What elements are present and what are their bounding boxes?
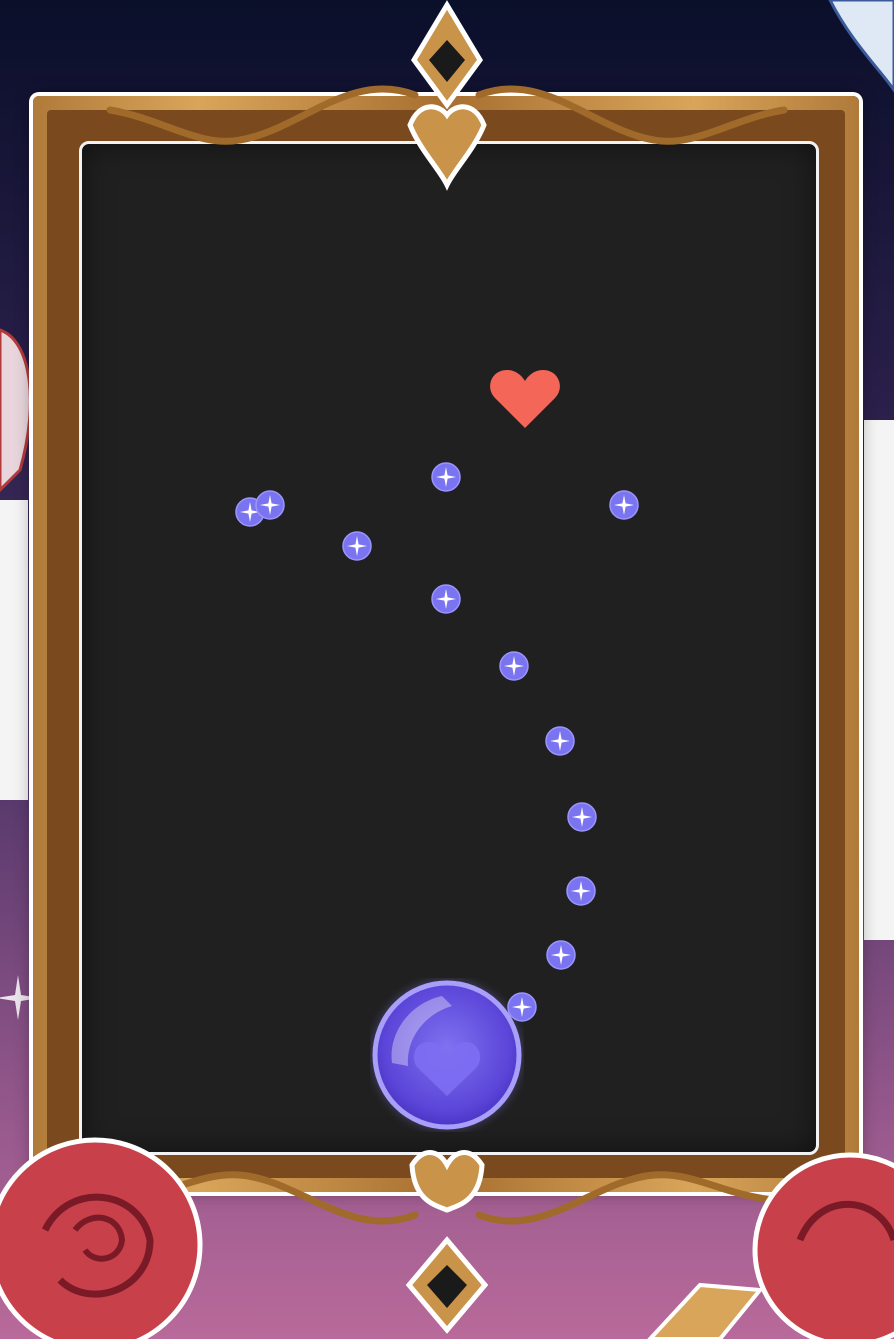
player-bubble[interactable] [370, 978, 524, 1132]
sparkle-orb-icon [499, 651, 529, 681]
sparkle-orb-icon [546, 940, 576, 970]
top-ornament [407, 0, 487, 191]
sparkle-orb-icon [545, 726, 575, 756]
sparkle-orb-icon [431, 584, 461, 614]
frame-ornaments [0, 0, 894, 1339]
left-rose [0, 1137, 203, 1339]
sparkle-orb-icon [609, 490, 639, 520]
sparkle-orb-icon [431, 462, 461, 492]
right-rose [752, 1152, 894, 1339]
sparkle-orb-icon [567, 802, 597, 832]
sparkle-orb-icon [255, 490, 285, 520]
gold-key-art [647, 1282, 764, 1339]
sparkle-orb-icon [342, 531, 372, 561]
sparkle-orb-icon [566, 876, 596, 906]
goal-heart-icon [490, 370, 560, 428]
